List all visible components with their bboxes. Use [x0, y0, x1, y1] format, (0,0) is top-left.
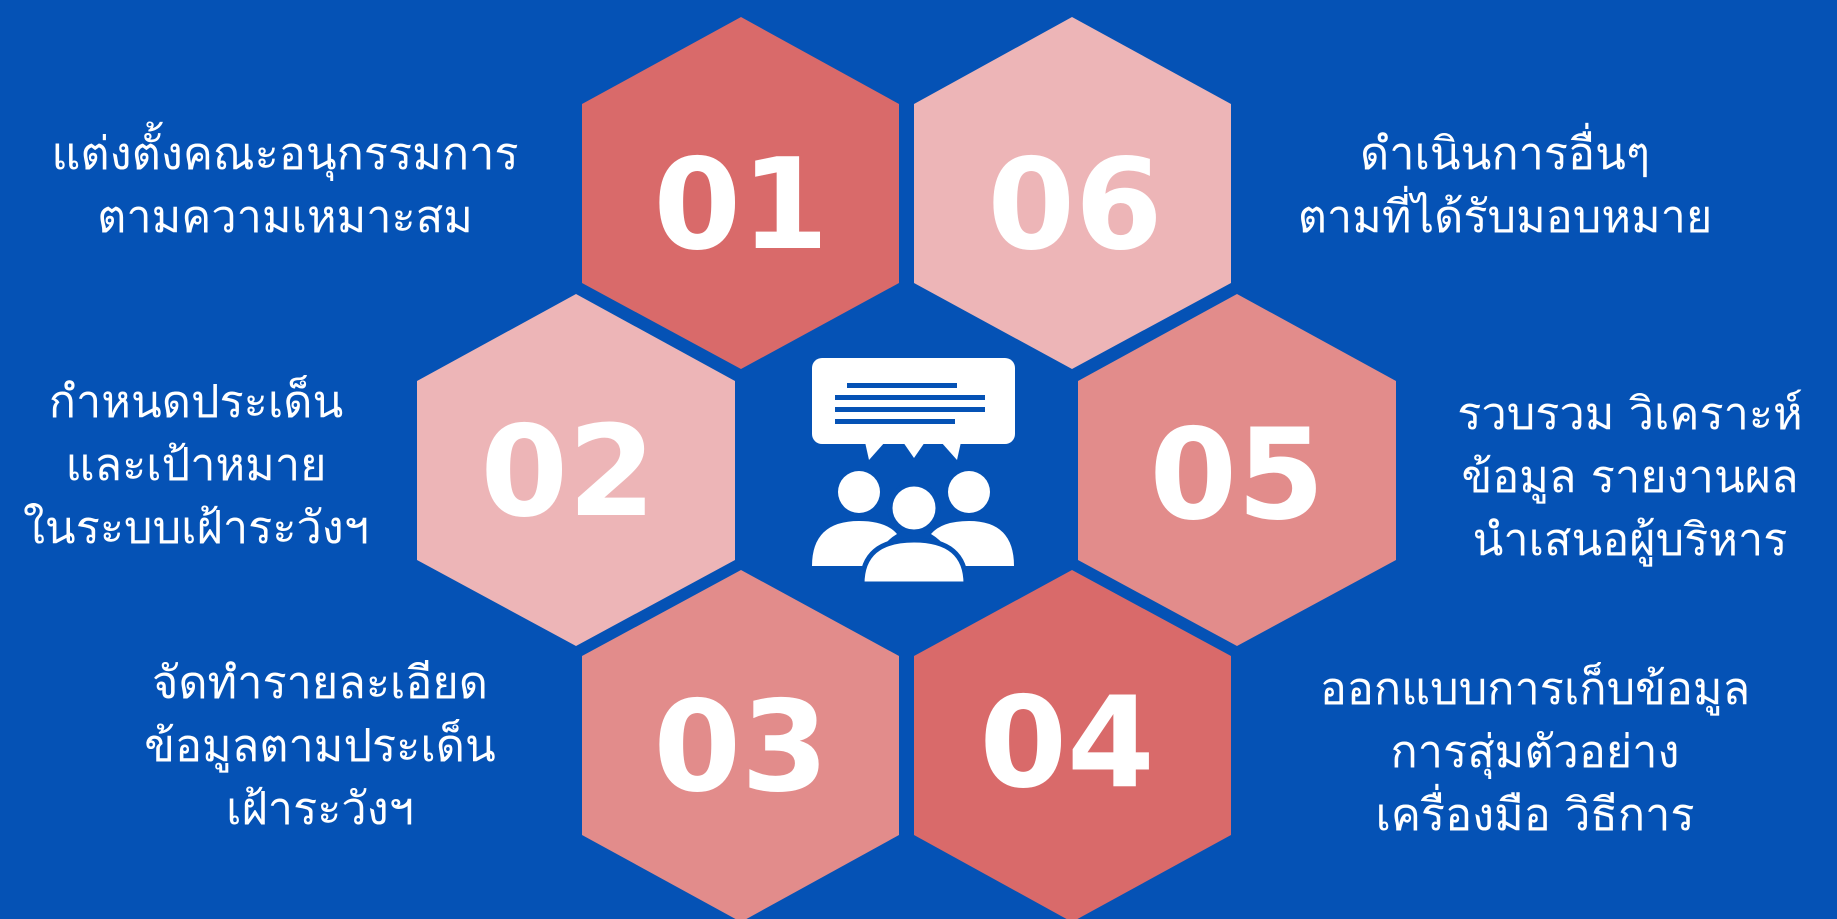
- step-04-label-line-3: เครื่องมือ วิธีการ: [1375, 788, 1695, 841]
- step-03-label: จัดทำรายละเอียด ข้อมูลตามประเด็น เฝ้าระว…: [110, 651, 530, 840]
- team-discussion-icon: [812, 358, 1015, 586]
- step-02-label-line-1: กำหนดประเด็น: [48, 375, 344, 428]
- process-diagram: 01 06 02 05 03 04 แต่งตั้งคณะอนุกรรมการ …: [0, 0, 1837, 919]
- step-03-number: 03: [653, 673, 828, 820]
- step-02-number: 02: [480, 398, 655, 545]
- step-04-hexagon: 04: [914, 570, 1231, 919]
- step-06-number: 06: [987, 131, 1162, 278]
- step-05-label-line-2: ข้อมูล รายงานผล: [1461, 450, 1799, 503]
- step-06-hexagon: 06: [914, 17, 1231, 369]
- step-01-label: แต่งตั้งคณะอนุกรรมการ ตามความเหมาะสม: [20, 122, 550, 248]
- step-04-label: ออกแบบการเก็บข้อมูล การสุ่มตัวอย่าง เครื…: [1265, 657, 1805, 846]
- step-05-hexagon: 05: [1078, 294, 1396, 646]
- people-group-icon: [812, 471, 1014, 586]
- step-05-label: รวบรวม วิเคราะห์ ข้อมูล รายงานผล นำเสนอผ…: [1430, 382, 1830, 571]
- step-01-label-line-1: แต่งตั้งคณะอนุกรรมการ: [51, 127, 519, 180]
- step-04-number: 04: [979, 669, 1154, 816]
- step-05-label-line-3: นำเสนอผู้บริหาร: [1472, 513, 1788, 566]
- step-02-label: กำหนดประเด็น และเป้าหมาย ในระบบเฝ้าระวัง…: [0, 370, 392, 559]
- step-02-label-line-3: ในระบบเฝ้าระวังฯ: [22, 501, 370, 554]
- step-03-label-line-3: เฝ้าระวังฯ: [226, 782, 414, 835]
- step-01-number: 01: [653, 131, 828, 278]
- step-06-label-line-2: ตามที่ได้รับมอบหมาย: [1297, 190, 1713, 243]
- step-06-label-line-1: ดำเนินการอื่นๆ: [1359, 127, 1651, 180]
- step-01-hexagon: 01: [582, 17, 899, 369]
- speech-bubble-icon: [812, 358, 1015, 460]
- step-02-hexagon: 02: [417, 294, 735, 646]
- step-03-hexagon: 03: [582, 570, 899, 919]
- step-03-label-line-2: ข้อมูลตามประเด็น: [144, 719, 496, 772]
- step-05-number: 05: [1149, 401, 1324, 548]
- step-02-label-line-2: และเป้าหมาย: [65, 438, 327, 491]
- step-01-label-line-2: ตามความเหมาะสม: [97, 190, 473, 243]
- step-04-label-line-2: การสุ่มตัวอย่าง: [1390, 725, 1680, 778]
- step-03-label-line-1: จัดทำรายละเอียด: [151, 656, 489, 709]
- step-05-label-line-1: รวบรวม วิเคราะห์: [1457, 387, 1803, 440]
- step-04-label-line-1: ออกแบบการเก็บข้อมูล: [1319, 662, 1751, 715]
- step-06-label: ดำเนินการอื่นๆ ตามที่ได้รับมอบหมาย: [1265, 122, 1745, 248]
